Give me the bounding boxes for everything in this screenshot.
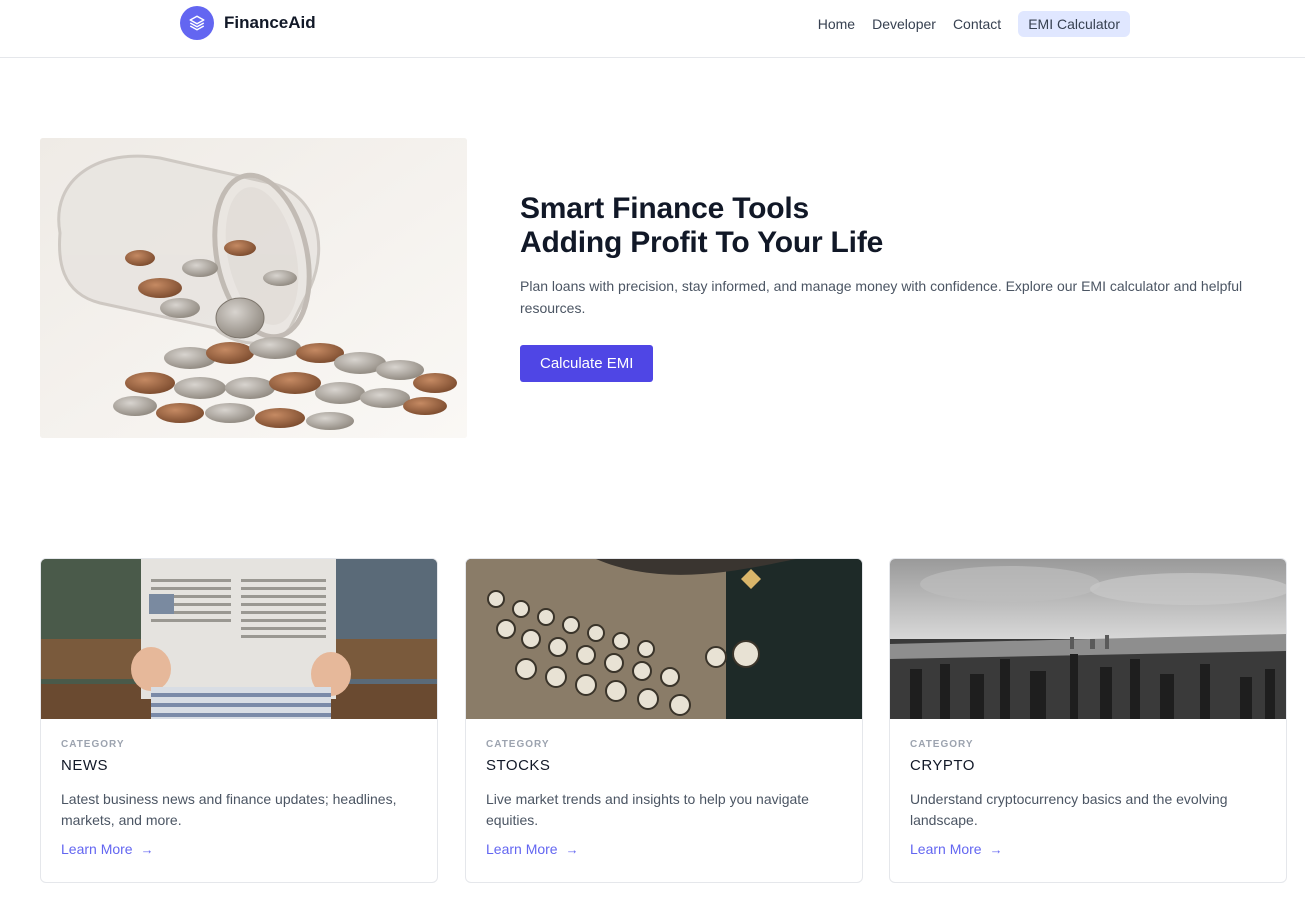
card-title: CRYPTO: [910, 757, 975, 774]
nav-contact[interactable]: Contact: [953, 16, 1001, 32]
hero-coins-image: [40, 138, 467, 438]
learn-more-label: Learn More: [486, 841, 558, 857]
layers-logo-icon: [180, 6, 214, 40]
learn-more-link[interactable]: Learn More →: [486, 841, 842, 857]
card-description: Live market trends and insights to help …: [486, 791, 809, 828]
arrow-right-icon: →: [140, 841, 154, 857]
card-title: STOCKS: [486, 757, 551, 774]
hero-title-line2: Adding Profit To Your Life: [520, 226, 884, 259]
arrow-right-icon: →: [565, 841, 579, 857]
category-card-crypto[interactable]: CATEGORY CRYPTO Understand cryptocurrenc…: [889, 558, 1287, 883]
card-category-label: CATEGORY: [486, 739, 550, 750]
hero-text: Smart Finance Tools Adding Profit To You…: [520, 192, 1270, 382]
hero-description: Plan loans with precision, stay informed…: [520, 278, 1243, 316]
card-description: Understand cryptocurrency basics and the…: [910, 791, 1228, 828]
top-header: FinanceAid Home Developer Contact EMI Ca…: [0, 0, 1305, 58]
newspaper-image: [41, 559, 437, 719]
arrow-right-icon: →: [989, 841, 1003, 857]
category-card-news[interactable]: CATEGORY NEWS Latest business news and f…: [40, 558, 438, 883]
hero-title-line1: Smart Finance Tools: [520, 192, 810, 225]
nav-emi-calculator[interactable]: EMI Calculator: [1018, 10, 1130, 37]
learn-more-link[interactable]: Learn More →: [910, 841, 1266, 857]
brand[interactable]: FinanceAid: [180, 6, 316, 40]
city-skyline-image: [890, 559, 1286, 719]
nav-home[interactable]: Home: [818, 16, 855, 32]
main-nav: Home Developer Contact EMI Calculator: [801, 10, 1130, 37]
brand-name: FinanceAid: [224, 13, 316, 32]
calculate-emi-button[interactable]: Calculate EMI: [520, 345, 654, 382]
nav-developer[interactable]: Developer: [872, 16, 936, 32]
card-description: Latest business news and finance updates…: [61, 791, 397, 828]
hero-title: Smart Finance Tools Adding Profit To You…: [520, 192, 1270, 260]
learn-more-label: Learn More: [910, 841, 982, 857]
typewriter-image: [466, 559, 862, 719]
card-category-label: CATEGORY: [61, 739, 125, 750]
card-title: NEWS: [61, 757, 108, 774]
learn-more-label: Learn More: [61, 841, 133, 857]
learn-more-link[interactable]: Learn More →: [61, 841, 417, 857]
card-category-label: CATEGORY: [910, 739, 974, 750]
category-card-stocks[interactable]: CATEGORY STOCKS Live market trends and i…: [465, 558, 863, 883]
